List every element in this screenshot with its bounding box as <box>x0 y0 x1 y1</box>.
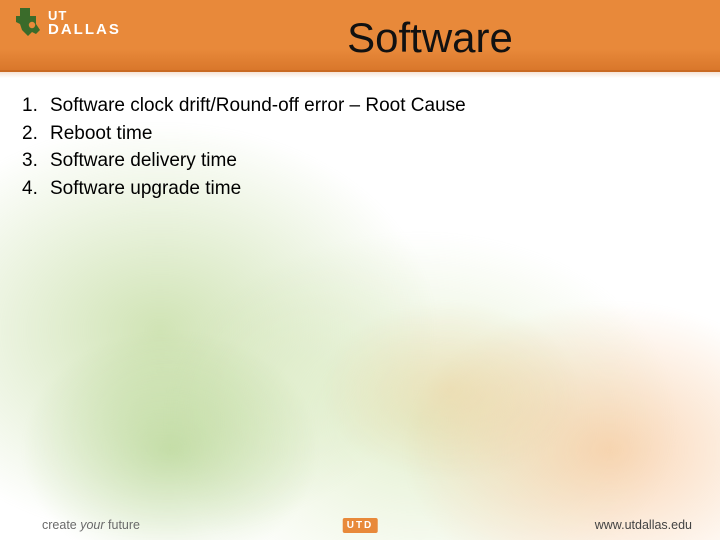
list-text: Software delivery time <box>50 147 237 175</box>
list-number: 3. <box>22 147 42 175</box>
footer-tagline: create your future <box>42 518 140 532</box>
utd-badge-icon: UTD <box>343 518 378 533</box>
background-art <box>0 0 720 540</box>
slide-body: 1. Software clock drift/Round-off error … <box>22 92 680 202</box>
tagline-emphasis: your <box>80 518 104 532</box>
tagline-part: future <box>105 518 140 532</box>
slide: UT DALLAS Software 1. Software clock dri… <box>0 0 720 540</box>
list-item: 3. Software delivery time <box>22 147 680 175</box>
list-item: 2. Reboot time <box>22 120 680 148</box>
list-item: 4. Software upgrade time <box>22 175 680 203</box>
footer: create your future UTD www.utdallas.edu <box>0 510 720 540</box>
slide-title: Software <box>0 14 720 62</box>
list-item: 1. Software clock drift/Round-off error … <box>22 92 680 120</box>
header-banner: UT DALLAS Software <box>0 0 720 72</box>
footer-url: www.utdallas.edu <box>595 518 692 532</box>
footer-badge: UTD <box>343 518 378 533</box>
list-number: 1. <box>22 92 42 120</box>
list-number: 2. <box>22 120 42 148</box>
numbered-list: 1. Software clock drift/Round-off error … <box>22 92 680 202</box>
list-text: Software upgrade time <box>50 175 241 203</box>
list-text: Software clock drift/Round-off error – R… <box>50 92 466 120</box>
list-number: 4. <box>22 175 42 203</box>
list-text: Reboot time <box>50 120 152 148</box>
tagline-part: create <box>42 518 80 532</box>
